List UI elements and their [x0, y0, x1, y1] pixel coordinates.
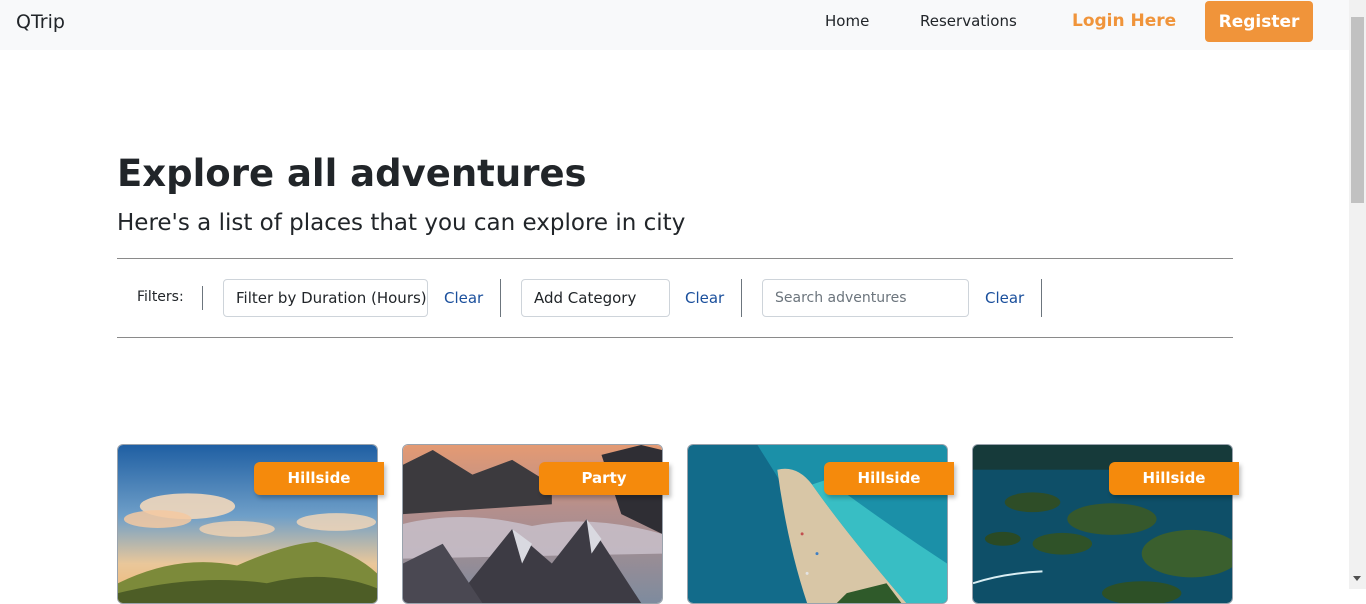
filter-separator — [741, 279, 742, 317]
register-button[interactable]: Register — [1205, 1, 1313, 42]
scroll-down-arrow-icon[interactable] — [1353, 576, 1361, 581]
filter-separator — [500, 279, 501, 317]
filters-label: Filters: — [137, 289, 184, 305]
filters-top-divider — [117, 258, 1233, 259]
page-title: Explore all adventures — [117, 152, 587, 195]
category-badge: Party — [539, 462, 669, 495]
filters-bottom-divider — [117, 337, 1233, 338]
scrollbar-thumb[interactable] — [1351, 17, 1364, 203]
top-navbar: QTrip Home Reservations Login Here Regis… — [0, 0, 1349, 50]
clear-category-link[interactable]: Clear — [685, 289, 724, 307]
clear-duration-link[interactable]: Clear — [444, 289, 483, 307]
brand-logo[interactable]: QTrip — [16, 11, 65, 33]
nav-home-link[interactable]: Home — [825, 12, 869, 30]
category-filter-select[interactable]: Add Category — [521, 279, 670, 317]
category-badge: Hillside — [824, 462, 954, 495]
category-badge: Hillside — [254, 462, 384, 495]
search-adventures-input[interactable] — [762, 279, 969, 317]
filter-separator — [202, 286, 203, 310]
page-subtitle: Here's a list of places that you can exp… — [117, 210, 686, 236]
login-link[interactable]: Login Here — [1072, 11, 1176, 31]
clear-search-link[interactable]: Clear — [985, 289, 1024, 307]
duration-filter-select[interactable]: Filter by Duration (Hours) — [223, 279, 428, 317]
nav-reservations-link[interactable]: Reservations — [920, 12, 1017, 30]
category-badge: Hillside — [1109, 462, 1239, 495]
filter-separator — [1041, 279, 1042, 317]
page-scrollbar[interactable] — [1349, 0, 1366, 589]
